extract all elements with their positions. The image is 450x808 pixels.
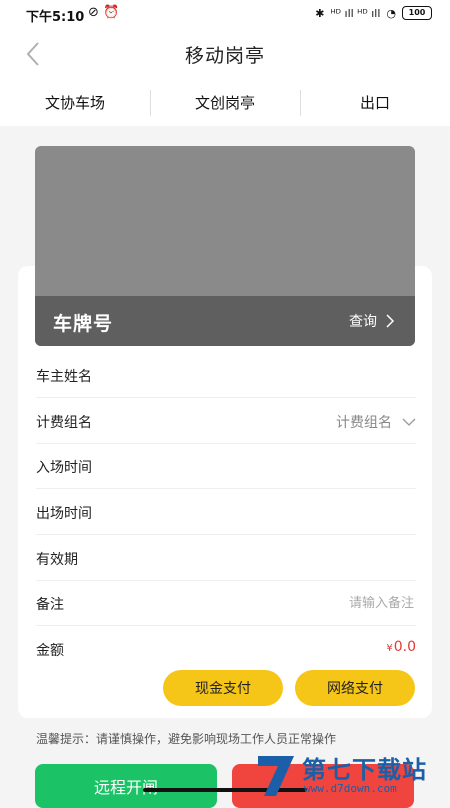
- warning-tip: 温馨提示：请谨慎操作，避免影响现场工作人员正常操作: [36, 732, 337, 746]
- row-entry-time: 入场时间: [36, 443, 416, 489]
- plate-bar: 车牌号 查询: [35, 296, 415, 346]
- row-validity: 有效期: [36, 535, 416, 581]
- cash-payment-button[interactable]: 现金支付: [163, 670, 283, 706]
- row-billing-group[interactable]: 计费组名 计费组名: [36, 398, 416, 444]
- status-icons-left: ⊘ ⏰: [88, 5, 120, 20]
- battery-icon: 100: [402, 6, 432, 20]
- owner-name-label: 车主姓名: [36, 369, 92, 385]
- currency-symbol: ¥: [386, 643, 393, 654]
- row-amount: 金额 ¥0.0: [36, 626, 416, 671]
- page-title: 移动岗亭: [184, 45, 265, 67]
- watermark-url: www.d7down.com: [304, 782, 397, 795]
- watermark-logo-icon: [258, 756, 294, 796]
- row-remark: 备注: [36, 580, 416, 626]
- plate-label: 车牌号: [53, 313, 114, 335]
- amount-number: 0.0: [393, 639, 416, 655]
- chevron-right-icon: [386, 314, 395, 328]
- exit-time-label: 出场时间: [36, 506, 92, 522]
- plate-camera-view: 车牌号 查询: [35, 146, 415, 346]
- row-owner-name: 车主姓名: [36, 352, 416, 398]
- billing-group-value: 计费组名: [336, 415, 392, 431]
- wifi-icon: ◔: [386, 6, 396, 20]
- validity-label: 有效期: [36, 552, 78, 568]
- billing-group-select[interactable]: 计费组名: [336, 412, 416, 432]
- tab-booth[interactable]: 文创岗亭: [150, 80, 300, 126]
- entry-time-label: 入场时间: [36, 460, 92, 476]
- header: 移动岗亭: [0, 28, 450, 80]
- tab-exit[interactable]: 出口: [300, 80, 450, 126]
- chevron-down-icon: [402, 418, 416, 426]
- status-time: 下午5:10: [26, 10, 85, 25]
- tab-bar: 文协车场 文创岗亭 出口: [0, 80, 450, 126]
- query-button[interactable]: 查询: [349, 311, 395, 331]
- amount-value: ¥0.0: [386, 639, 416, 655]
- online-payment-button[interactable]: 网络支付: [295, 670, 415, 706]
- status-bar: 下午5:10 ⊘ ⏰ ✱ ᴴᴰ ıll ᴴᴰ ıll ◔ 100: [0, 0, 450, 28]
- watermark-text: 第七下载站: [302, 756, 427, 784]
- billing-group-label: 计费组名: [36, 415, 92, 431]
- remark-input[interactable]: [232, 588, 416, 618]
- tab-parking-lot[interactable]: 文协车场: [0, 80, 150, 126]
- watermark: 第七下载站 www.d7down.com: [250, 748, 450, 800]
- amount-label: 金额: [36, 643, 64, 659]
- status-right: ✱ ᴴᴰ ıll ᴴᴰ ıll ◔ 100: [315, 6, 432, 20]
- query-label: 查询: [349, 314, 377, 330]
- row-exit-time: 出场时间: [36, 489, 416, 535]
- remark-label: 备注: [36, 597, 64, 613]
- remote-open-button[interactable]: 远程开闸: [35, 764, 217, 808]
- bluetooth-icon: ✱: [315, 6, 325, 20]
- signal-icon: ᴴᴰ ıll ᴴᴰ ıll: [330, 6, 381, 20]
